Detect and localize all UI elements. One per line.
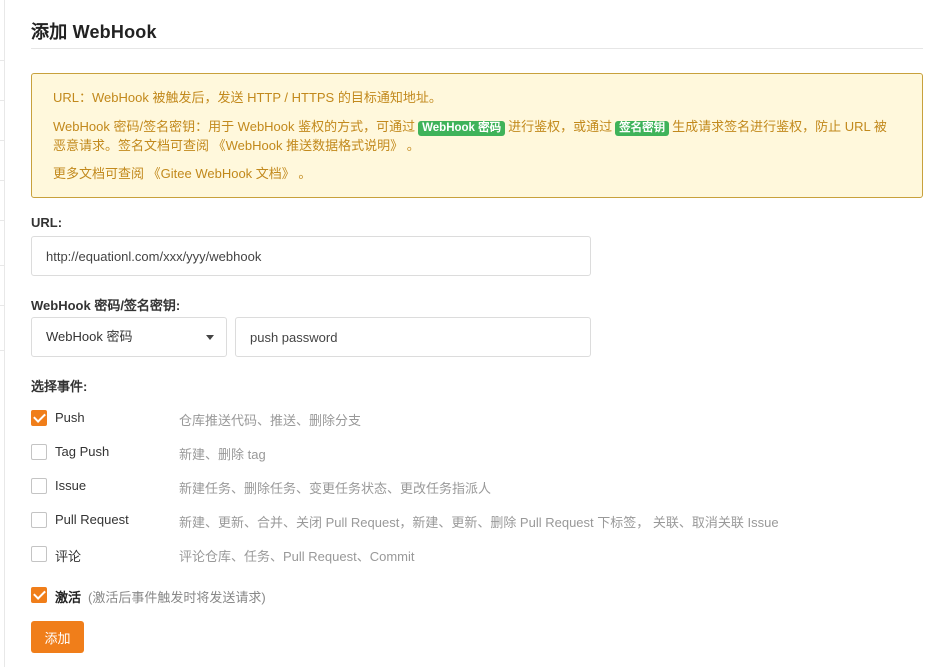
event-description: 新建任务、删除任务、变更任务状态、更改任务指派人: [179, 481, 492, 496]
event-description: 新建、删除 tag: [179, 447, 266, 462]
active-checkbox[interactable]: [31, 587, 47, 603]
comment-checkbox[interactable]: [31, 546, 47, 562]
notice-secret-description: WebHook 密码/签名密钥：用于 WebHook 鉴权的方式，可通过 WebH…: [53, 117, 896, 155]
secret-input[interactable]: [235, 317, 591, 357]
page-title: 添加 WebHook: [31, 22, 157, 42]
notice-text: 进行鉴权，或通过: [508, 119, 613, 134]
event-name: Push: [55, 410, 85, 425]
left-sidebar-edge: [0, 0, 5, 667]
push-checkbox[interactable]: [31, 410, 47, 426]
pull-request-checkbox[interactable]: [31, 512, 47, 528]
webhook-password-tag: WebHook 密码: [418, 121, 506, 136]
url-input[interactable]: [31, 236, 591, 276]
event-name: Issue: [55, 478, 87, 493]
caret-down-icon: [206, 335, 214, 340]
add-button[interactable]: 添加: [31, 621, 84, 653]
notice-text: 。: [406, 138, 420, 153]
url-label: URL:: [31, 215, 63, 230]
event-description: 新建、更新、合并、关闭 Pull Request，新建、更新、删除 Pull R…: [179, 515, 779, 530]
events-label: 选择事件:: [31, 379, 88, 394]
signature-key-tag: 签名密钥: [615, 121, 670, 136]
active-row: 激活 (激活后事件触发时将发送请求): [31, 586, 631, 605]
tag-push-checkbox[interactable]: [31, 444, 47, 460]
event-description: 评论仓库、任务、Pull Request、Commit: [179, 549, 415, 564]
gitee-webhook-doc-link[interactable]: 《Gitee WebHook 文档》: [148, 166, 295, 181]
secret-type-selected-value: WebHook 密码: [46, 329, 133, 344]
secret-label: WebHook 密码/签名密钥:: [31, 298, 181, 313]
secret-type-select[interactable]: WebHook 密码: [31, 317, 227, 357]
info-notice: URL：WebHook 被触发后，发送 HTTP / HTTPS 的目标通知地址…: [31, 73, 923, 198]
title-divider: [31, 48, 923, 49]
event-name: Pull Request: [55, 512, 129, 527]
notice-more-docs: 更多文档可查阅 《Gitee WebHook 文档》 。: [53, 164, 896, 183]
notice-text: 。: [298, 166, 312, 181]
event-row-comment: 评论 评论仓库、任务、Pull Request、Commit: [31, 545, 923, 564]
notice-text: WebHook 密码/签名密钥：用于 WebHook 鉴权的方式，可通过: [53, 119, 416, 134]
active-label: 激活: [55, 590, 82, 605]
notice-text: 更多文档可查阅: [53, 166, 145, 181]
event-row-push: Push 仓库推送代码、推送、删除分支: [31, 409, 923, 428]
event-description: 仓库推送代码、推送、删除分支: [179, 413, 362, 428]
push-data-format-doc-link[interactable]: 《WebHook 推送数据格式说明》: [213, 138, 403, 153]
event-name: Tag Push: [55, 444, 110, 459]
event-row-pull-request: Pull Request 新建、更新、合并、关闭 Pull Request，新建…: [31, 511, 923, 530]
event-row-issue: Issue 新建任务、删除任务、变更任务状态、更改任务指派人: [31, 477, 923, 496]
event-name: 评论: [55, 549, 82, 564]
issue-checkbox[interactable]: [31, 478, 47, 494]
notice-url-description: URL：WebHook 被触发后，发送 HTTP / HTTPS 的目标通知地址…: [53, 90, 442, 105]
event-row-tag-push: Tag Push 新建、删除 tag: [31, 443, 923, 462]
active-hint: (激活后事件触发时将发送请求): [88, 590, 266, 605]
